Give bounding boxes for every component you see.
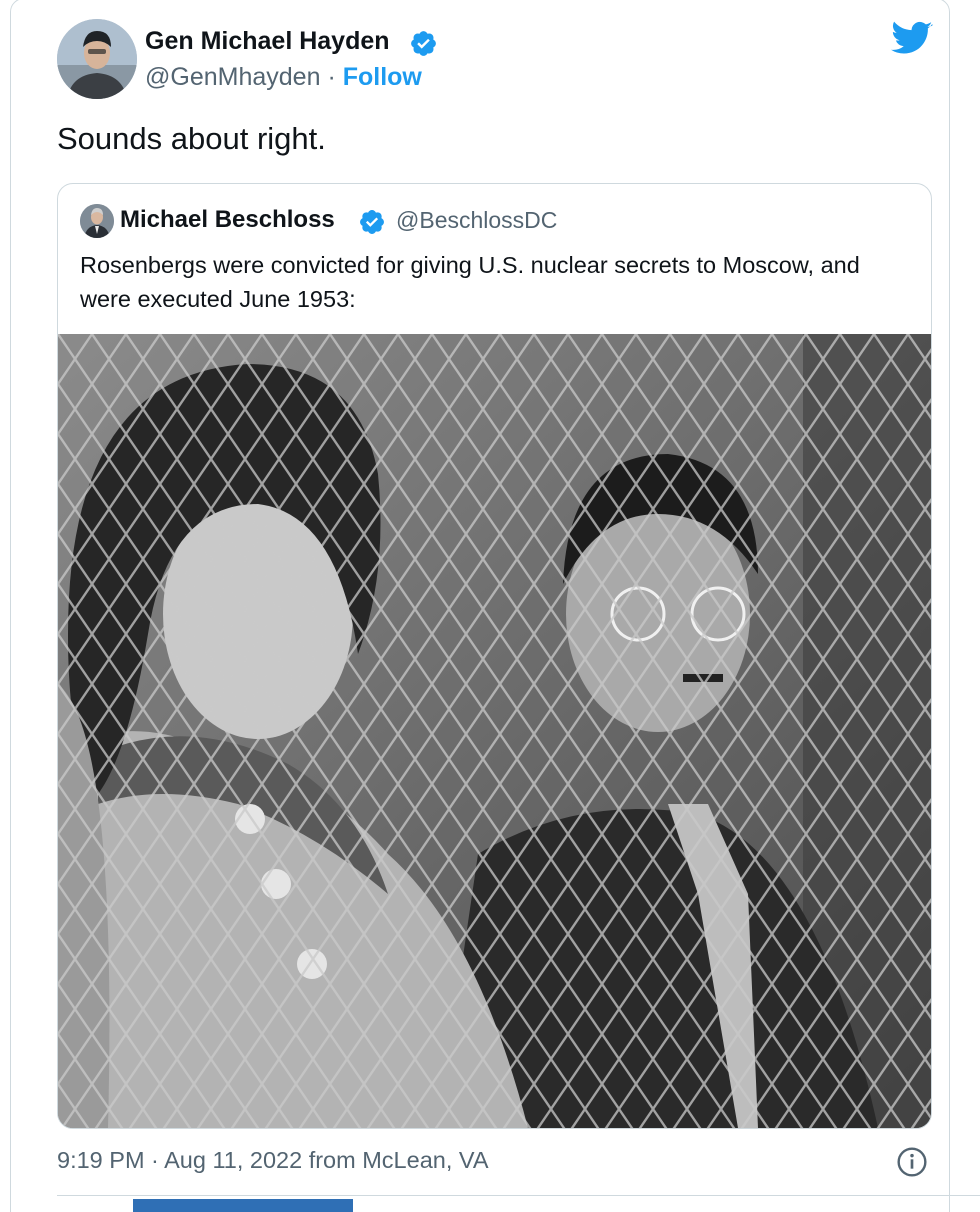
- quoted-tweet-text: Rosenbergs were convicted for giving U.S…: [80, 252, 860, 312]
- quoted-author-name[interactable]: Michael Beschloss: [120, 206, 335, 234]
- author-handle[interactable]: @GenMhayden: [145, 63, 320, 91]
- author-avatar[interactable]: [57, 19, 137, 99]
- follow-button[interactable]: Follow: [343, 63, 422, 91]
- tweet-text: Sounds about right.: [57, 121, 326, 156]
- quoted-tweet[interactable]: Michael Beschloss @BeschlossDC Rosenberg…: [57, 183, 932, 1129]
- embedded-tweet-card: Gen Michael Hayden @GenMhayden · Follow …: [10, 0, 980, 1212]
- info-icon[interactable]: [896, 1146, 928, 1178]
- quoted-author-handle[interactable]: @BeschlossDC: [396, 207, 557, 234]
- divider: [57, 1195, 980, 1196]
- avatar-photo: [57, 19, 137, 99]
- author-name[interactable]: Gen Michael Hayden: [145, 27, 390, 56]
- photo-image: [58, 334, 931, 1128]
- verified-badge-icon: [411, 31, 436, 56]
- quoted-avatar-photo: [80, 204, 114, 238]
- action-bar-accent: [133, 1199, 353, 1212]
- quoted-verified-badge-icon: [360, 210, 384, 234]
- quoted-tweet-photo[interactable]: [58, 334, 931, 1128]
- author-handle-row: @GenMhayden · Follow: [145, 63, 422, 92]
- quoted-author-avatar[interactable]: [80, 204, 114, 238]
- twitter-bird-icon[interactable]: [891, 21, 933, 57]
- separator-dot: ·: [327, 63, 336, 91]
- tweet-timestamp[interactable]: 9:19 PM · Aug 11, 2022 from McLean, VA: [57, 1147, 489, 1174]
